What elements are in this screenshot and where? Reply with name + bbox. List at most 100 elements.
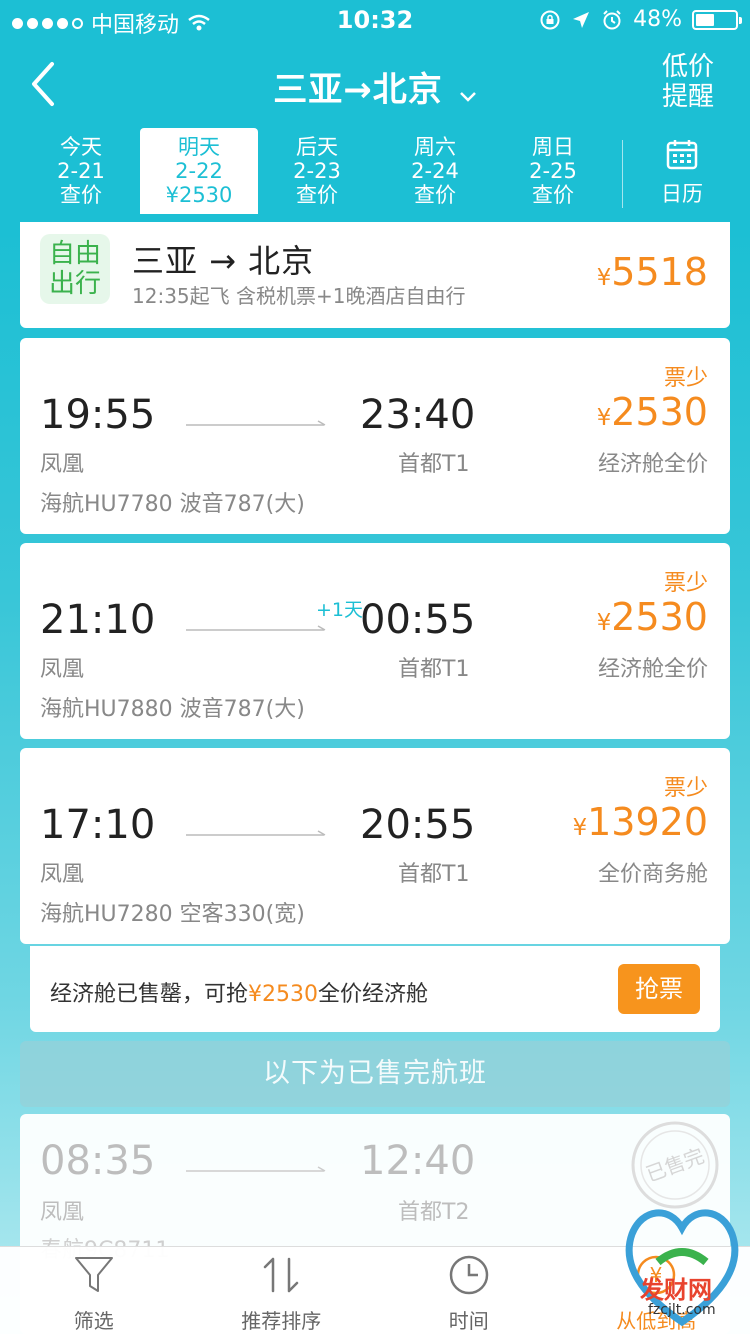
departure-airport: 凤凰 [40,452,85,477]
header: 三亚→北京 低价提醒 [0,40,750,128]
date-tab-status: 查价 [414,183,456,207]
grab-ticket-button[interactable]: 抢票 [618,964,700,1014]
departure-airport: 凤凰 [40,1200,85,1225]
soldout-stamp-text: 已售完 [643,1143,708,1186]
next-day-indicator: +1天 [316,599,364,621]
soldout-stamp-icon: 已售完 [631,1121,719,1209]
package-route: 三亚 → 北京 [132,242,315,280]
date-tab-date: 2-21 [57,159,105,183]
fare-price: ¥2530 [597,390,708,434]
flight-card[interactable]: 21:10 +1天 00:55 凤凰 首都T1 海航HU7880 波音787(大… [20,543,730,739]
tab-divider [622,140,623,208]
soldout-divider: 以下为已售完航班 [20,1041,730,1107]
alarm-icon [603,9,621,29]
arrival-time: 23:40 [360,392,476,438]
grab-price-highlight: ¥2530 [248,982,319,1007]
chevron-down-icon [459,72,477,112]
sort-icon [264,1257,299,1293]
arrival-time: 20:55 [360,802,476,848]
arrival-airport: 首都T1 [398,657,470,682]
date-tabs: 今天 2-21 查价 明天 2-22 ¥2530 后天 2-23 查价 周六 2… [22,128,612,214]
fare-class: 经济舱全价 [597,452,708,477]
date-tab-tomorrow[interactable]: 明天 2-22 ¥2530 [140,128,258,214]
departure-airport: 凤凰 [40,862,85,887]
date-tab-date: 2-25 [529,159,577,183]
arrival-airport: 首都T2 [398,1200,470,1225]
currency-symbol: ¥ [596,265,612,291]
battery-percent: 48% [633,7,682,32]
grab-ticket-bar: 经济舱已售罄，可抢¥2530全价经济舱 抢票 [30,946,720,1032]
fare-class: 全价商务舱 [597,862,708,887]
battery-icon [692,9,742,30]
arrival-time: 12:40 [360,1138,476,1184]
filter-icon [74,1257,113,1292]
departure-time: 17:10 [40,802,156,848]
date-tab-today[interactable]: 今天 2-21 查价 [22,128,140,214]
calendar-icon [666,140,698,170]
price-alert-button[interactable]: 低价提醒 [658,52,718,112]
flight-card[interactable]: 19:55 23:40 凤凰 首都T1 海航HU7780 波音787(大) 票少… [20,338,730,534]
fare-class: 经济舱全价 [597,657,708,682]
flight-number-aircraft: 海航HU7780 波音787(大) [40,492,305,517]
departure-time: 19:55 [40,392,156,438]
currency-symbol: ¥ [596,405,612,431]
arrival-airport: 首都T1 [398,862,470,887]
currency-symbol: ¥ [596,610,612,636]
time-sort-label: 时间 [448,1309,489,1333]
date-tab-day-after[interactable]: 后天 2-23 查价 [258,128,376,214]
package-description: 12:35起飞 含税机票+1晚酒店自由行 [132,284,466,308]
package-price: ¥5518 [597,250,708,294]
bottom-toolbar: 筛选 推荐排序 时间 ¥ 从低到高 [0,1246,750,1334]
time-sort-button[interactable]: 时间 [375,1247,563,1334]
filter-button[interactable]: 筛选 [0,1247,188,1334]
battery-fill [696,13,715,26]
date-tab-day: 明天 [178,135,220,159]
status-right: 48% [539,7,742,32]
low-ticket-tag: 票少 [663,571,708,596]
date-tab-date: 2-22 [175,159,223,183]
date-tab-day: 周六 [414,135,456,159]
date-tab-day: 后天 [296,135,338,159]
fare-price: ¥13920 [573,800,708,844]
flight-number-aircraft: 海航HU7880 波音787(大) [40,697,305,722]
calendar-button[interactable]: 日历 [632,134,732,210]
date-tab-saturday[interactable]: 周六 2-24 查价 [376,128,494,214]
fare-price-value: 2530 [611,390,708,434]
watermark-url: fzcjlt.com [648,1302,716,1318]
grab-text-before: 经济舱已售罄，可抢 [50,982,249,1007]
filter-label: 筛选 [73,1309,114,1333]
date-tab-date: 2-23 [293,159,341,183]
calendar-label: 日历 [661,182,703,206]
route-selector[interactable]: 三亚→北京 [0,62,750,112]
rotation-lock-icon [540,10,560,29]
package-price-value: 5518 [611,250,708,294]
fare-price: ¥2530 [597,595,708,639]
arrow-right-icon [186,625,326,631]
location-icon [573,11,590,28]
package-card[interactable]: 自由出行 三亚 → 北京 12:35起飞 含税机票+1晚酒店自由行 ¥5518 [20,222,730,328]
date-tab-status: 查价 [296,183,338,207]
departure-time: 08:35 [40,1138,156,1184]
status-bar: 中国移动 10:32 48% [0,0,750,40]
arrow-right-icon [186,830,326,836]
departure-time: 21:10 [40,597,156,643]
date-tab-day: 周日 [532,135,574,159]
grab-text-after: 全价经济舱 [318,982,429,1007]
package-badge: 自由出行 [40,234,110,304]
date-tab-status: 查价 [60,183,102,207]
currency-symbol: ¥ [572,815,588,841]
arrival-airport: 首都T1 [398,452,470,477]
low-ticket-tag: 票少 [663,776,708,801]
flight-card[interactable]: 17:10 20:55 凤凰 首都T1 海航HU7280 空客330(宽) 票少… [20,748,730,944]
arrow-right-icon [186,1166,326,1172]
recommend-sort-label: 推荐排序 [241,1309,322,1333]
grab-ticket-text: 经济舱已售罄，可抢¥2530全价经济舱 [50,976,428,1008]
route-title-text: 三亚→北京 [273,70,443,110]
date-tab-sunday[interactable]: 周日 2-25 查价 [494,128,612,214]
fare-price-value: 13920 [587,800,708,844]
fare-price-value: 2530 [611,595,708,639]
departure-airport: 凤凰 [40,657,85,682]
recommend-sort-button[interactable]: 推荐排序 [188,1247,376,1334]
watermark-text: 发财网 [640,1275,712,1304]
low-ticket-tag: 票少 [663,366,708,391]
